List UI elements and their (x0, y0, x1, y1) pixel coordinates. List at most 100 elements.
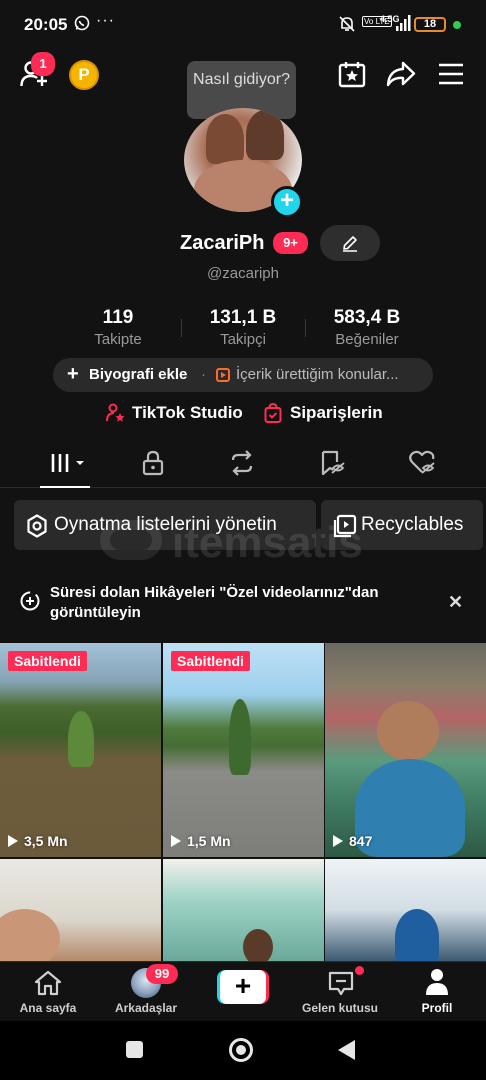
followers-stat[interactable]: 131,1 B Takipçi (183, 307, 303, 348)
recent-apps-button[interactable] (126, 1041, 143, 1058)
repost-icon (231, 450, 253, 476)
add-bio-label[interactable]: Biyografi ekle (89, 366, 187, 383)
pinned-badge: Sabitlendi (171, 651, 250, 671)
video-tile[interactable] (163, 859, 324, 961)
tab-private[interactable] (128, 444, 178, 488)
status-time: 20:05 (24, 15, 68, 34)
avatar-add-button[interactable]: + (271, 186, 303, 218)
plus-icon: + (67, 363, 79, 385)
likes-count: 583,4 B (333, 307, 401, 328)
plus-icon: + (220, 970, 266, 1004)
story-notice-text: Süresi dolan Hikâyeleri "Özel videoların… (50, 584, 379, 621)
coin-button[interactable]: P (69, 60, 99, 90)
view-count: 1,5 Mn (171, 833, 231, 849)
avatar-face-right (246, 110, 284, 160)
grid-icon (51, 454, 84, 472)
hamburger-menu-icon (439, 63, 463, 85)
display-name: ZacariPh (180, 232, 265, 254)
likes-stat[interactable]: 583,4 B Beğeniler (307, 307, 427, 348)
video-tile[interactable]: Sabitlendi 3,5 Mn (0, 643, 161, 857)
pencil-icon (343, 236, 357, 252)
video-tile[interactable]: 847 (325, 643, 486, 857)
video-tile[interactable] (325, 859, 486, 961)
recyclables-label: Recyclables (361, 514, 464, 535)
share-icon (386, 61, 416, 87)
home-icon (34, 970, 62, 996)
create-button[interactable]: + (217, 970, 269, 1004)
following-label: Takipte (94, 331, 142, 348)
add-friend-badge: 1 (31, 52, 55, 76)
view-count-value: 847 (349, 833, 373, 849)
likes-label: Beğeniler (335, 331, 399, 348)
bio-separator: · (201, 366, 206, 383)
nav-home-label: Ana sayfa (19, 1001, 77, 1015)
lock-icon (142, 450, 164, 476)
nav-profile-label: Profil (421, 1001, 453, 1015)
video-figure (243, 929, 273, 961)
more-notifications-icon: ··· (96, 12, 115, 29)
orders-label: Siparişlerin (290, 403, 383, 422)
tab-liked[interactable] (397, 444, 447, 488)
view-count-value: 3,5 Mn (24, 833, 68, 849)
play-icon (171, 835, 181, 847)
play-icon (8, 835, 18, 847)
heart-hidden-icon (409, 450, 435, 474)
calendar-star-button[interactable] (338, 60, 366, 93)
video-topic-icon (216, 368, 230, 382)
followers-label: Takipçi (220, 331, 266, 348)
tab-favorites[interactable] (307, 444, 357, 488)
following-count: 119 (102, 307, 134, 328)
video-tile[interactable] (0, 859, 161, 961)
nav-inbox[interactable]: Gelen kutusu (292, 962, 388, 1022)
tab-videos[interactable] (44, 444, 94, 488)
video-grid: Sabitlendi 3,5 Mn Sabitlendi 1,5 Mn 847 (0, 643, 486, 961)
video-figure-head (377, 701, 439, 761)
bio-pill[interactable]: + Biyografi ekle · İçerik ürettiğim konu… (53, 358, 433, 392)
status-bar: 20:05 ··· Vo LTE 4.5G 18 (0, 0, 486, 50)
video-figure (68, 711, 94, 767)
playlist-icon (333, 514, 357, 538)
share-profile-button[interactable] (386, 60, 416, 93)
edit-profile-button[interactable] (320, 225, 380, 261)
tab-reposts[interactable] (217, 444, 267, 488)
manage-playlists-label: Oynatma listelerini yönetin (54, 514, 277, 535)
recyclables-button[interactable]: Recyclables (321, 500, 483, 550)
story-add-icon (20, 591, 40, 611)
system-navigation-bar (0, 1021, 486, 1080)
avatar-face-left (206, 114, 244, 164)
profile-links: TikTok Studio Siparişlerin (0, 403, 486, 425)
signal-icon (396, 14, 412, 37)
manage-playlists-button[interactable]: Oynatma listelerini yönetin (14, 500, 316, 550)
bookmark-hidden-icon (321, 450, 345, 476)
view-count: 847 (333, 833, 372, 849)
nav-inbox-label: Gelen kutusu (301, 1001, 378, 1015)
bottom-navigation: Ana sayfa 99 Arkadaşlar + Gelen kutusu P… (0, 961, 486, 1021)
video-figure (229, 699, 251, 775)
nav-friends[interactable]: 99 Arkadaşlar (98, 962, 194, 1022)
following-stat[interactable]: 119 Takipte (58, 307, 178, 348)
inbox-icon (328, 971, 354, 996)
nav-profile[interactable]: Profil (389, 962, 485, 1022)
nav-home[interactable]: Ana sayfa (0, 962, 96, 1022)
content-tabs (0, 444, 486, 488)
nav-friends-label: Arkadaşlar (114, 1001, 178, 1015)
video-tile[interactable]: Sabitlendi 1,5 Mn (163, 643, 324, 857)
battery-indicator: 18 (414, 17, 446, 32)
play-icon (333, 835, 343, 847)
story-notice[interactable]: Süresi dolan Hikâyeleri "Özel videoların… (0, 580, 486, 626)
home-button-dot (236, 1045, 246, 1055)
friends-badge: 99 (146, 964, 178, 984)
content-topics-link[interactable]: İçerik ürettiğim konular... (236, 366, 399, 383)
tiktok-studio-label: TikTok Studio (132, 403, 243, 422)
settings-gear-icon (27, 514, 47, 538)
studio-icon (106, 403, 125, 422)
stat-divider (305, 319, 306, 337)
menu-button[interactable] (438, 63, 464, 90)
back-button[interactable] (338, 1040, 355, 1060)
view-count-value: 1,5 Mn (187, 833, 231, 849)
home-button[interactable] (229, 1038, 253, 1062)
profile-icon (426, 969, 448, 995)
close-icon[interactable]: ✕ (448, 592, 463, 613)
stat-divider (181, 319, 182, 337)
shopping-bag-icon (264, 403, 282, 423)
